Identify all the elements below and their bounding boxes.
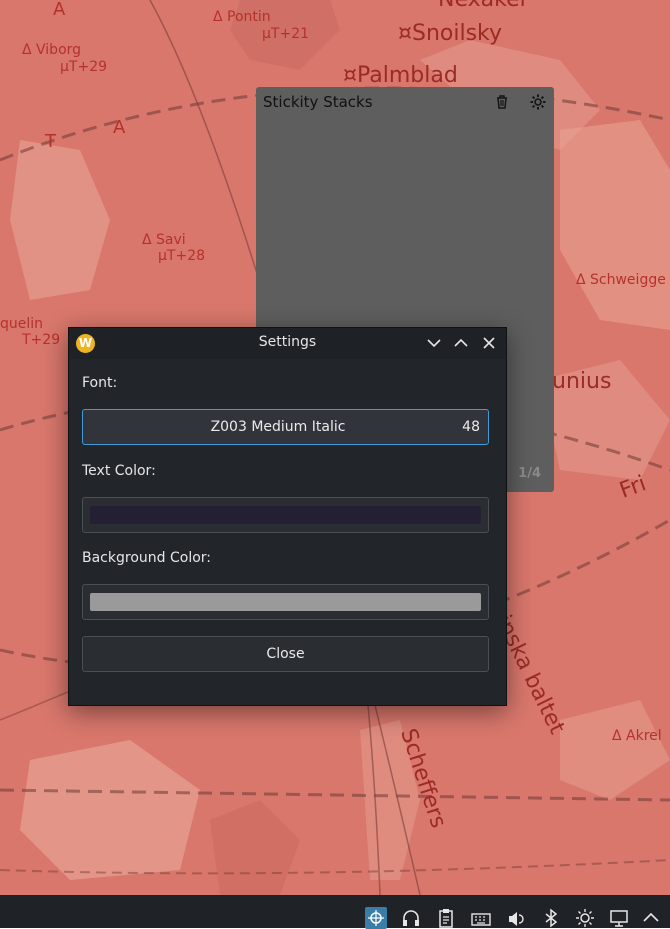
map-label: Δ Pontin [213,9,271,25]
sticky-window-title: Stickity Stacks [263,93,373,111]
map-label: unius [552,369,612,394]
map-label: µT+28 [158,248,206,264]
map-label: µT+29 [60,59,108,75]
trash-icon[interactable] [493,93,511,111]
chevron-up-icon[interactable] [640,907,662,929]
clipboard-icon[interactable] [435,907,457,929]
map-label: T [45,131,56,152]
brightness-icon[interactable] [574,907,596,929]
keyboard-icon[interactable] [470,907,492,929]
font-size-value: 48 [462,419,480,435]
text-color-picker[interactable] [82,497,489,533]
background-color-label: Background Color: [82,550,211,566]
text-color-label: Text Color: [82,463,156,479]
map-label: Δ Viborg [22,42,82,58]
volume-icon[interactable] [505,907,527,929]
font-label: Font: [82,375,118,391]
page-indicator: 1/4 [518,466,541,481]
close-window-button[interactable] [480,334,498,352]
background-color-picker[interactable] [82,584,489,620]
gear-icon[interactable] [529,93,547,111]
headset-icon[interactable] [400,907,422,929]
taskbar [0,895,670,929]
map-label: T+29 [22,332,61,348]
map-label: µT+21 [262,26,310,42]
map-label: Δ Akrel [612,728,662,744]
chevron-down-icon [427,339,441,348]
map-label: Δ Schweigge [576,272,666,288]
map-label: quelin [0,316,44,332]
minimize-button[interactable] [425,334,443,352]
dialog-content: Font: Z003 Medium Italic 48 Text Color: … [69,359,506,705]
settings-dialog[interactable]: W Settings Font: Z003 Medium Italic 48 T… [68,327,507,706]
map-label: Δ Savi [142,232,186,248]
text-color-swatch [90,506,481,524]
map-label: ¤Snoilsky [398,21,503,46]
font-selector[interactable]: Z003 Medium Italic 48 [82,409,489,445]
map-label: A [113,117,126,138]
background-color-swatch [90,593,481,611]
map-label: A [53,0,66,20]
close-icon [483,337,495,349]
close-button[interactable]: Close [82,636,489,672]
display-icon[interactable] [608,907,630,929]
bluetooth-icon[interactable] [540,907,562,929]
maximize-button[interactable] [452,334,470,352]
network-icon[interactable] [365,907,387,929]
dialog-titlebar[interactable]: W Settings [69,328,506,358]
chevron-up-icon [454,338,468,347]
map-label: ¤Palmblad [343,63,458,88]
map-label: Nexakel [438,0,526,12]
font-name-value: Z003 Medium Italic [210,419,346,435]
